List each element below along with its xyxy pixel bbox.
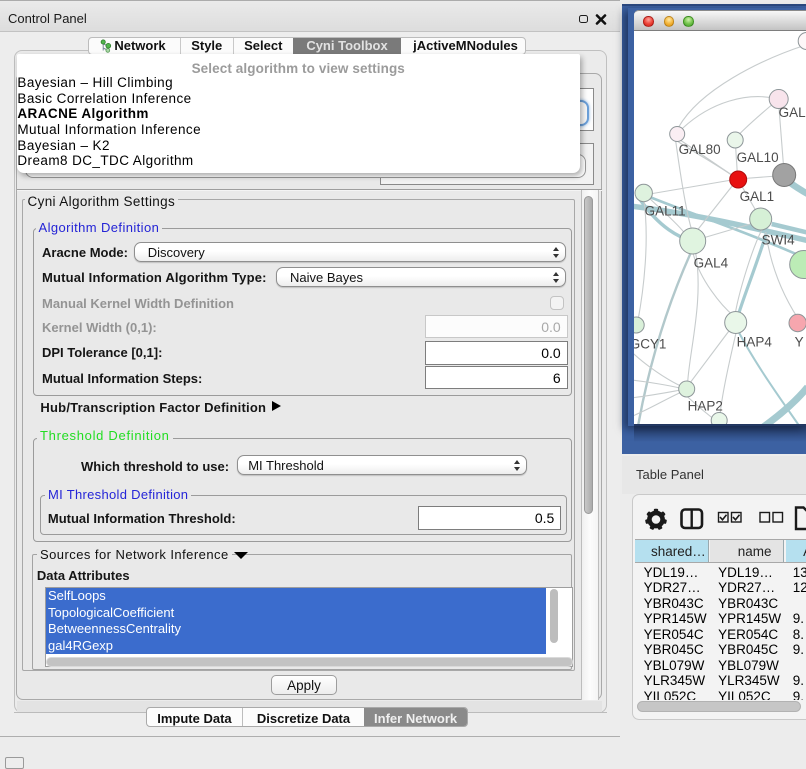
svg-text:GAL4: GAL4	[694, 255, 729, 270]
svg-text:GAL80: GAL80	[679, 142, 721, 157]
svg-text:GCY1: GCY1	[634, 336, 666, 351]
svg-text:GAL1: GAL1	[740, 189, 774, 204]
svg-text:SWI4: SWI4	[762, 232, 795, 247]
svg-text:HAP2: HAP2	[688, 398, 723, 413]
svg-text:HAP4: HAP4	[737, 334, 773, 349]
svg-text:GAL10: GAL10	[737, 150, 779, 165]
svg-text:GAL7: GAL7	[779, 105, 806, 120]
svg-text:Y: Y	[795, 334, 804, 349]
svg-text:GAL11: GAL11	[645, 204, 686, 219]
